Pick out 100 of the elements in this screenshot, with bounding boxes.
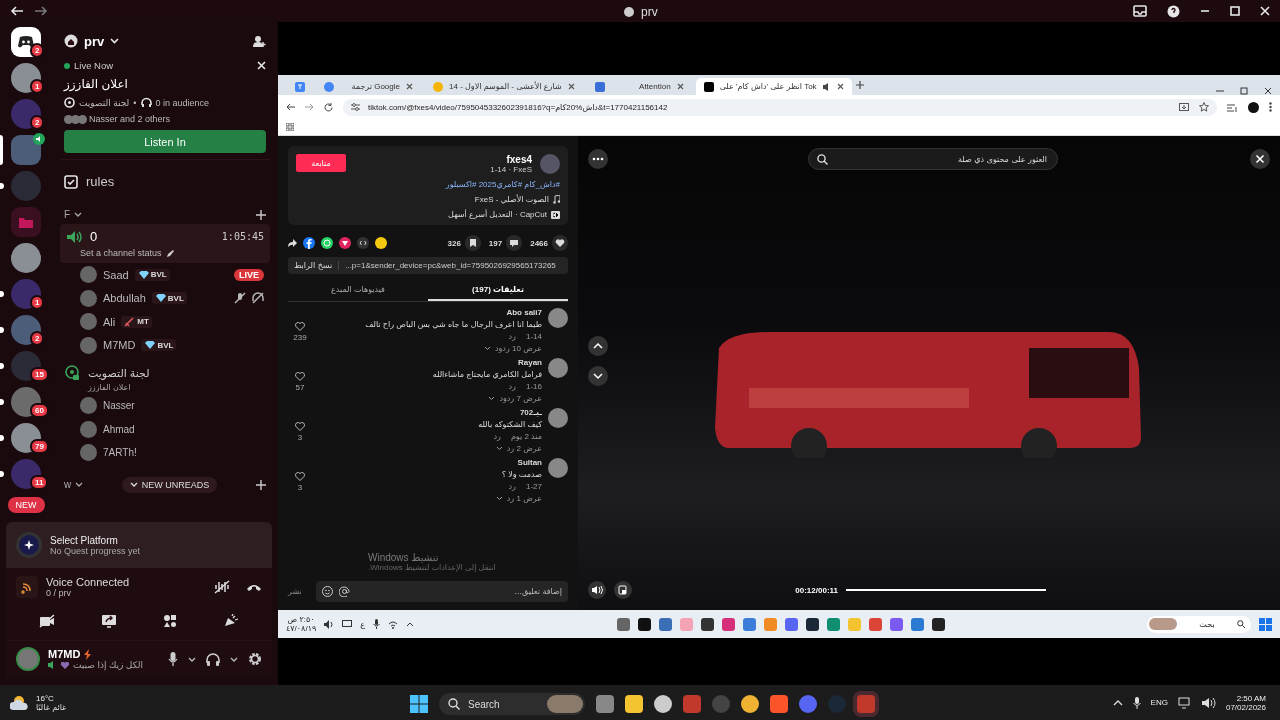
server-icon[interactable]: [11, 243, 41, 273]
category-name[interactable]: w: [64, 479, 72, 490]
server-icon[interactable]: [11, 279, 41, 309]
app-icon[interactable]: [741, 695, 759, 713]
browser-tab[interactable]: Attention: [586, 78, 692, 95]
reply-link[interactable]: رد: [508, 382, 516, 391]
add-icon[interactable]: [256, 209, 266, 220]
server-name[interactable]: prv: [84, 33, 105, 49]
mention-icon[interactable]: [338, 586, 350, 597]
tab[interactable]: تعليقات (197): [428, 280, 568, 301]
network-icon[interactable]: [1177, 696, 1192, 709]
server-icon[interactable]: [11, 315, 41, 345]
app-icon[interactable]: [654, 695, 672, 713]
listen-in-button[interactable]: Listen In: [64, 130, 266, 153]
comment-icon[interactable]: [506, 235, 523, 251]
volume-icon[interactable]: [1201, 696, 1216, 709]
chevron-up-icon[interactable]: [406, 621, 414, 627]
language-indicator[interactable]: ENG: [1150, 698, 1168, 707]
commenter-avatar[interactable]: [548, 308, 568, 328]
miniplayer-icon[interactable]: [614, 581, 632, 599]
voice-member[interactable]: M7MD BVL: [60, 333, 270, 357]
browser-tab[interactable]: ترجمة Google: [316, 78, 421, 95]
app-icon[interactable]: [931, 617, 945, 631]
network-icon[interactable]: [388, 619, 398, 629]
post-button[interactable]: نشر: [288, 587, 302, 596]
member-name[interactable]: Ahmad: [103, 423, 135, 435]
previous-video-icon[interactable]: [588, 336, 608, 356]
site-info-icon[interactable]: [351, 103, 360, 111]
disconnect-icon[interactable]: [246, 582, 262, 592]
search-field[interactable]: بحث: [1147, 615, 1251, 633]
browser-tab[interactable]: شارع الأعشى - الموسم الاول - 14: [425, 78, 583, 95]
commenter-avatar[interactable]: [548, 458, 568, 478]
language-indicator[interactable]: ع: [360, 619, 365, 629]
hashtags-link[interactable]: #داش_كام #كامري2025 #اكسبلور: [296, 180, 560, 189]
search-field[interactable]: Search: [439, 693, 585, 715]
app-logo-icon[interactable]: [11, 27, 41, 57]
microphone-icon[interactable]: [373, 619, 380, 629]
windows-logo-icon[interactable]: [1259, 617, 1272, 631]
noise-suppression-icon[interactable]: [214, 580, 230, 594]
voice-member[interactable]: Abdullah BVL: [60, 286, 270, 310]
close-icon[interactable]: [1264, 87, 1272, 95]
chevron-down-icon[interactable]: [188, 656, 196, 662]
server-icon[interactable]: [11, 99, 41, 129]
screen-share-icon[interactable]: [101, 614, 117, 628]
app-icon[interactable]: [700, 617, 714, 631]
category-name[interactable]: F: [64, 209, 71, 220]
microphone-icon[interactable]: [168, 652, 178, 666]
settings-icon[interactable]: [248, 652, 262, 666]
camera-off-icon[interactable]: [39, 614, 55, 628]
server-icon[interactable]: [11, 135, 41, 165]
activities-icon[interactable]: [163, 614, 177, 628]
display-icon[interactable]: [342, 619, 353, 629]
microphone-icon[interactable]: [1132, 696, 1141, 709]
commenter-avatar[interactable]: [548, 358, 568, 378]
view-replies-link[interactable]: عرض 10 ردود: [494, 344, 542, 353]
comment-author[interactable]: Abo sali7: [506, 308, 542, 317]
author-name[interactable]: fxes4: [506, 154, 532, 165]
user-avatar[interactable]: [16, 647, 40, 671]
member-name[interactable]: 7ARTh!: [103, 447, 137, 459]
volume-icon[interactable]: [324, 619, 335, 629]
voice-member[interactable]: Ali MT: [60, 310, 270, 334]
heart-icon[interactable]: [295, 472, 305, 481]
volume-icon[interactable]: [588, 581, 606, 599]
comment-author[interactable]: Sultan: [517, 458, 542, 467]
add-friend-icon[interactable]: [252, 34, 266, 48]
member-name[interactable]: Nasser: [103, 400, 135, 412]
search-field[interactable]: العثور على محتوى ذي صلة: [808, 148, 1058, 170]
comment-author[interactable]: Rayan: [518, 358, 542, 367]
view-replies-link[interactable]: عرض 1 رد: [506, 494, 542, 503]
voice-channel-item[interactable]: 0 1:05:45 Set a channel status: [60, 224, 270, 263]
extensions-icon[interactable]: [1227, 102, 1238, 112]
headphones-icon[interactable]: [206, 652, 220, 666]
new-pill[interactable]: NEW: [7, 497, 45, 513]
embed-icon[interactable]: [357, 237, 369, 249]
inbox-icon[interactable]: [1133, 5, 1147, 17]
commenter-avatar[interactable]: [548, 408, 568, 428]
bookmark-icon[interactable]: [464, 235, 481, 251]
reply-link[interactable]: رد: [493, 432, 501, 441]
more-options-icon[interactable]: [588, 149, 608, 169]
next-video-icon[interactable]: [588, 366, 608, 386]
view-replies-link[interactable]: عرض 7 ردود: [499, 394, 542, 403]
close-icon[interactable]: [1250, 149, 1270, 169]
forward-arrow-icon[interactable]: [305, 103, 314, 111]
app-icon[interactable]: [637, 617, 651, 631]
comment-field[interactable]: إضافة تعليق...: [315, 581, 568, 602]
view-replies-link[interactable]: عرض 2 رد: [506, 444, 542, 453]
facebook-icon[interactable]: [303, 237, 315, 249]
chevron-down-icon[interactable]: [230, 656, 238, 662]
soundboard-icon[interactable]: [223, 614, 239, 628]
app-icon[interactable]: [805, 617, 819, 631]
new-unreads-button[interactable]: NEW UNREADS: [121, 476, 218, 493]
effect-name[interactable]: CapCut · التعديل أسرع أسهل: [448, 210, 547, 219]
heart-icon[interactable]: [295, 422, 305, 431]
follow-button[interactable]: متابعة: [296, 154, 346, 172]
back-arrow-icon[interactable]: [286, 103, 295, 111]
heart-icon[interactable]: [295, 372, 305, 381]
help-icon[interactable]: [1167, 4, 1180, 18]
voice-channel-path[interactable]: 0 / prv: [46, 588, 130, 598]
address-bar[interactable]: tiktok.com/@fxes4/video/7595045332602391816?q=داش%20كام&t=1770421156142: [343, 98, 1217, 116]
reload-icon[interactable]: [324, 102, 333, 112]
